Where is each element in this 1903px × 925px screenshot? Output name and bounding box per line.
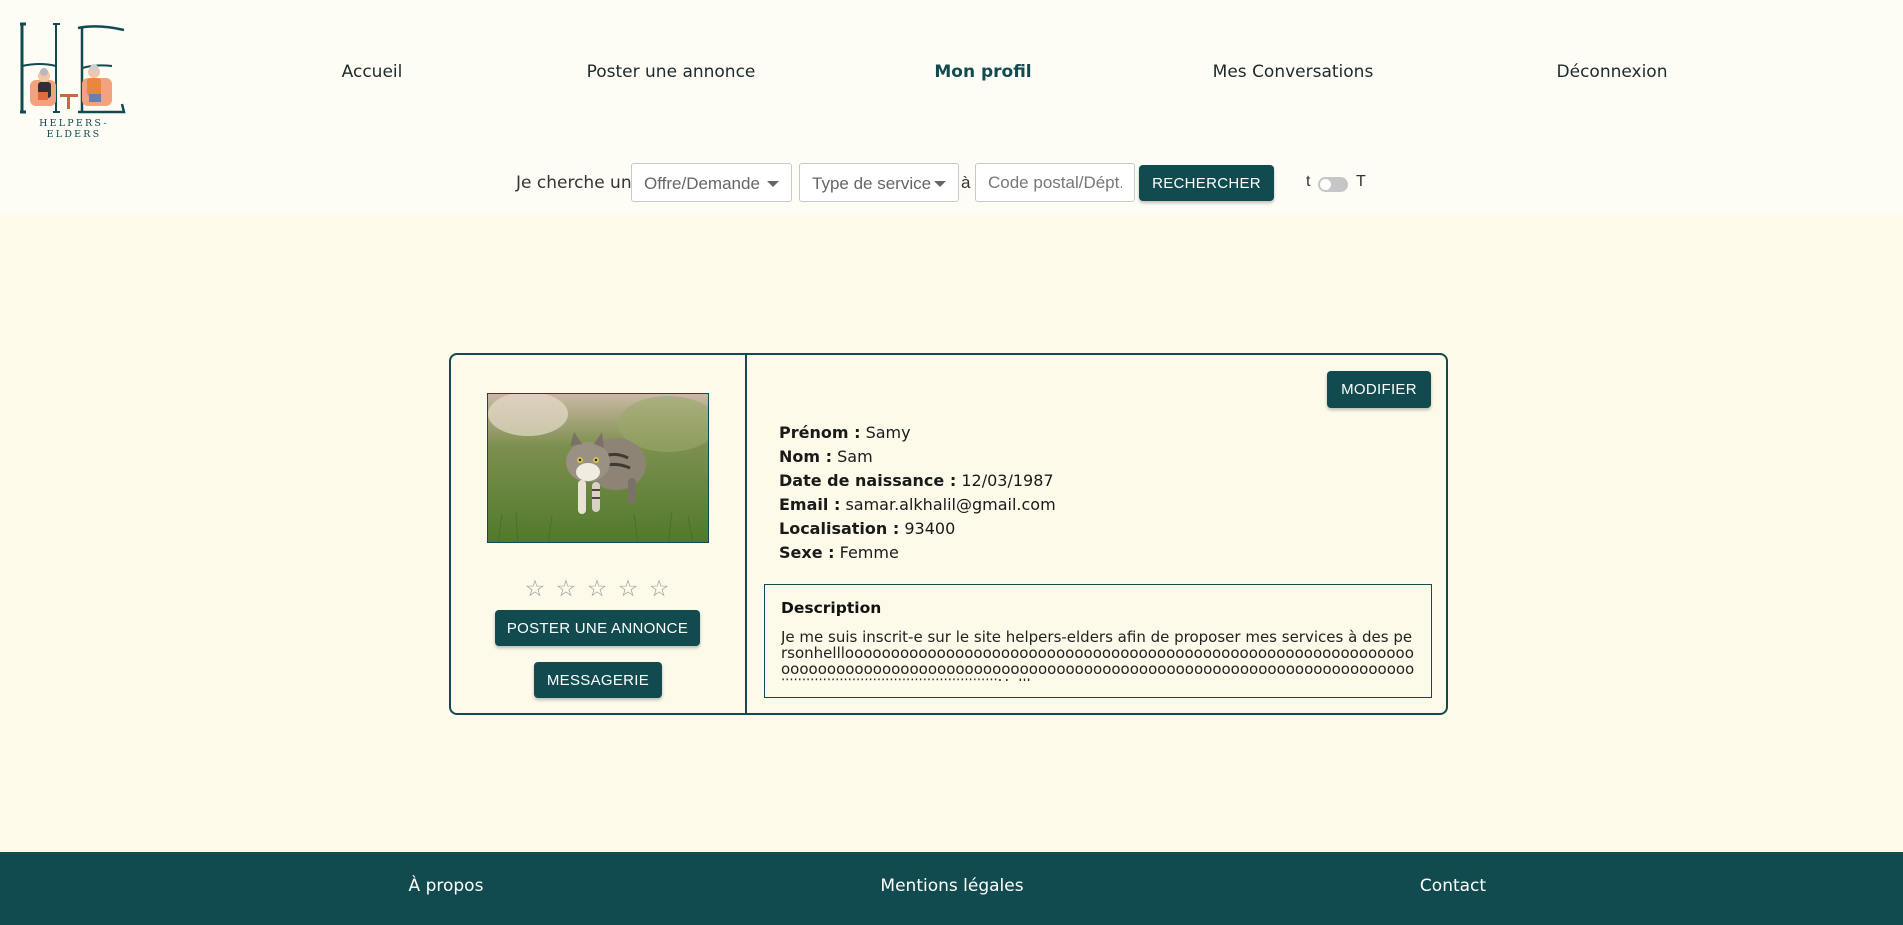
star-icon[interactable]: ☆: [556, 575, 579, 601]
field-label: Date de naissance :: [779, 471, 957, 490]
toggle-large-label: T: [1356, 173, 1366, 190]
field-label: Prénom :: [779, 423, 861, 442]
field-label: Email :: [779, 495, 841, 514]
search-bar: Je cherche une Offre/Demande Type de ser…: [0, 163, 1903, 203]
post-ad-button[interactable]: POSTER UNE ANNONCE: [495, 610, 700, 646]
service-type-select[interactable]: Type de service: [799, 163, 959, 202]
field-nom: Nom : Sam: [779, 445, 1056, 469]
profile-photo: [487, 393, 709, 543]
chevron-down-icon: [934, 181, 946, 187]
nav-mon-profil[interactable]: Mon profil: [934, 62, 1031, 82]
rating-stars: ☆ ☆ ☆ ☆ ☆: [451, 575, 745, 602]
footer-a-propos[interactable]: À propos: [409, 876, 484, 896]
search-connector-label: à: [961, 173, 971, 192]
field-label: Nom :: [779, 447, 833, 466]
star-icon[interactable]: ☆: [649, 575, 672, 601]
star-icon[interactable]: ☆: [618, 575, 641, 601]
search-button[interactable]: RECHERCHER: [1139, 165, 1274, 201]
text-size-toggle[interactable]: [1318, 177, 1348, 192]
logo-wordmark: HELPERS-ELDERS: [39, 118, 109, 140]
messaging-button[interactable]: MESSAGERIE: [534, 662, 662, 698]
field-localisation: Localisation : 93400: [779, 517, 1056, 541]
main-nav: Accueil Poster une annonce Mon profil Me…: [0, 62, 1903, 86]
field-sexe: Sexe : Femme: [779, 541, 1056, 565]
card-divider: [745, 355, 747, 713]
field-label: Sexe :: [779, 543, 835, 562]
postal-code-input[interactable]: [975, 163, 1135, 202]
footer-contact[interactable]: Contact: [1420, 876, 1486, 896]
toggle-small-label: t: [1306, 173, 1311, 190]
nav-poster-annonce[interactable]: Poster une annonce: [587, 62, 756, 82]
field-email: Email : samar.alkhalil@gmail.com: [779, 493, 1056, 517]
star-icon[interactable]: ☆: [587, 575, 610, 601]
description-title: Description: [781, 599, 882, 617]
site-footer: À propos Mentions légales Contact: [0, 852, 1903, 925]
toggle-knob: [1320, 179, 1331, 190]
nav-accueil[interactable]: Accueil: [342, 62, 403, 82]
field-value: 12/03/1987: [961, 471, 1054, 490]
field-label: Localisation :: [779, 519, 900, 538]
description-text: Je me suis inscrit-e sur le site helpers…: [781, 629, 1415, 681]
chevron-down-icon: [767, 181, 779, 187]
footer-mentions-legales[interactable]: Mentions légales: [880, 876, 1023, 896]
field-value: 93400: [904, 519, 956, 538]
description-box: Description Je me suis inscrit-e sur le …: [764, 584, 1432, 698]
nav-deconnexion[interactable]: Déconnexion: [1557, 62, 1668, 82]
search-prefix-label: Je cherche une: [516, 173, 643, 193]
edit-profile-button[interactable]: MODIFIER: [1327, 371, 1431, 408]
field-date-naissance: Date de naissance : 12/03/1987: [779, 469, 1056, 493]
field-value: Femme: [839, 543, 899, 562]
service-type-value: Type de service: [812, 174, 932, 193]
profile-card: ☆ ☆ ☆ ☆ ☆ POSTER UNE ANNONCE MESSAGERIE …: [449, 353, 1448, 715]
site-header: HELPERS-ELDERS Accueil Poster une annonc…: [0, 0, 1903, 215]
offer-type-select[interactable]: Offre/Demande: [631, 163, 792, 202]
nav-mes-conversations[interactable]: Mes Conversations: [1213, 62, 1374, 82]
cat-photo-icon: [488, 394, 708, 542]
field-value: Sam: [837, 447, 873, 466]
field-value: Samy: [865, 423, 911, 442]
star-icon[interactable]: ☆: [525, 575, 548, 601]
profile-info: Prénom : Samy Nom : Sam Date de naissanc…: [779, 421, 1056, 565]
offer-type-value: Offre/Demande: [644, 174, 760, 193]
field-value: samar.alkhalil@gmail.com: [845, 495, 1056, 514]
field-prenom: Prénom : Samy: [779, 421, 1056, 445]
